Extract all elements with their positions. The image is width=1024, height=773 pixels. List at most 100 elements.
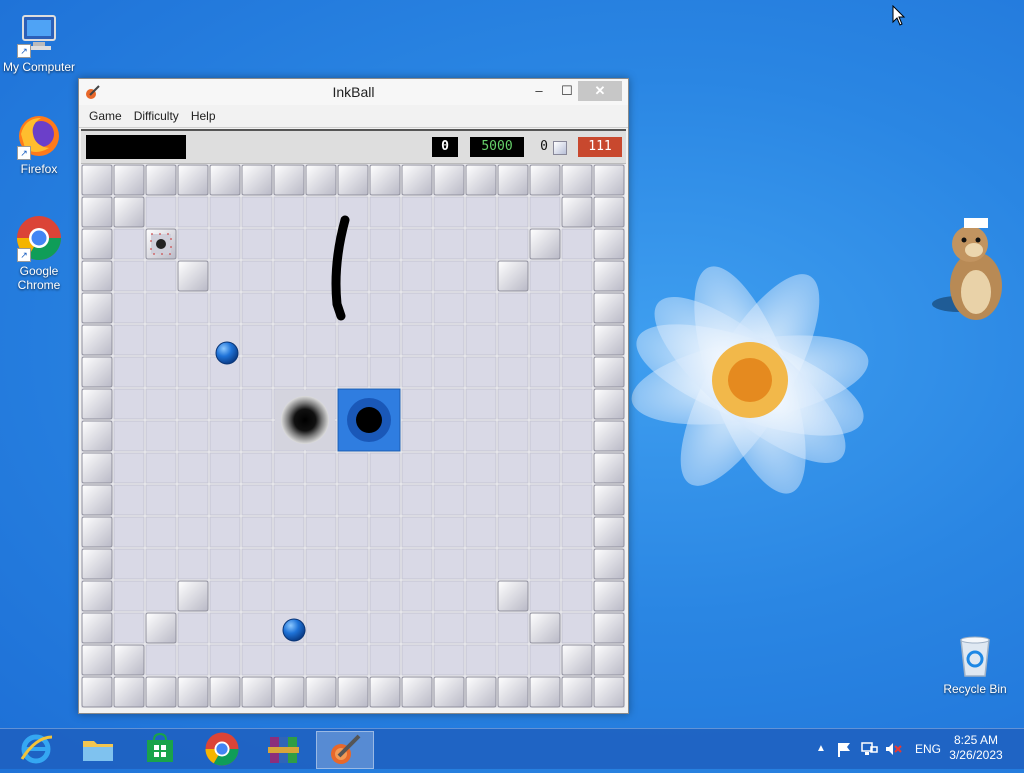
- taskbar-inkball[interactable]: [316, 731, 374, 769]
- wall-block: [81, 260, 113, 292]
- floor-tile: [305, 356, 337, 388]
- wall-block: [241, 676, 273, 708]
- network-icon[interactable]: [860, 741, 878, 757]
- floor-tile: [465, 484, 497, 516]
- taskbar-internet-explorer[interactable]: [8, 731, 64, 767]
- floor-tile: [497, 196, 529, 228]
- floor-tile: [465, 196, 497, 228]
- wall-block: [81, 164, 113, 196]
- volume-muted-icon[interactable]: [884, 741, 902, 757]
- floor-tile: [177, 196, 209, 228]
- floor-tile: [209, 388, 241, 420]
- tray-show-hidden-icon[interactable]: ▲: [816, 729, 826, 769]
- wall-block: [81, 356, 113, 388]
- taskbar-store[interactable]: [132, 731, 188, 767]
- taskbar-winrar[interactable]: [256, 731, 312, 767]
- wall-block: [113, 164, 145, 196]
- desktop-icon-recycle-bin[interactable]: Recycle Bin: [937, 632, 1013, 696]
- spawner-hole-icon: [156, 239, 166, 249]
- floor-tile: [433, 228, 465, 260]
- wall-block: [145, 612, 177, 644]
- floor-tile: [337, 260, 369, 292]
- floor-tile: [465, 292, 497, 324]
- floor-tile: [305, 228, 337, 260]
- floor-tile: [113, 580, 145, 612]
- floor-tile: [273, 548, 305, 580]
- floor-tile: [497, 644, 529, 676]
- hamster-gadget-icon[interactable]: [928, 216, 1012, 328]
- title-bar[interactable]: InkBall – ☐ ✕: [79, 79, 628, 105]
- floor-tile: [177, 452, 209, 484]
- desktop-icon-label: My Computer: [2, 60, 76, 74]
- wall-block: [81, 420, 113, 452]
- floor-tile: [497, 452, 529, 484]
- floor-tile: [305, 292, 337, 324]
- wall-block: [145, 676, 177, 708]
- floor-tile: [273, 452, 305, 484]
- desktop-icon-firefox[interactable]: ↗ Firefox: [1, 112, 77, 176]
- wall-block: [177, 164, 209, 196]
- game-board[interactable]: [81, 164, 625, 708]
- floor-tile: [241, 484, 273, 516]
- wall-block: [81, 292, 113, 324]
- floor-tile: [145, 388, 177, 420]
- wall-block: [369, 676, 401, 708]
- floor-tile: [113, 324, 145, 356]
- wall-block: [593, 516, 625, 548]
- menu-game[interactable]: Game: [83, 109, 128, 123]
- floor-tile: [209, 452, 241, 484]
- action-center-flag-icon[interactable]: [836, 741, 854, 757]
- menu-difficulty[interactable]: Difficulty: [128, 109, 185, 123]
- wall-block: [369, 164, 401, 196]
- floor-tile: [433, 612, 465, 644]
- floor-tile: [241, 452, 273, 484]
- language-indicator[interactable]: ENG: [915, 729, 941, 769]
- desktop-icon-my-computer[interactable]: ↗ My Computer: [1, 10, 77, 74]
- floor-tile: [145, 516, 177, 548]
- floor-tile: [273, 484, 305, 516]
- floor-tile: [337, 612, 369, 644]
- taskbar-chrome[interactable]: [194, 731, 250, 767]
- floor-tile: [465, 644, 497, 676]
- internet-explorer-icon: [20, 734, 53, 764]
- floor-tile: [209, 420, 241, 452]
- floor-tile: [433, 196, 465, 228]
- taskbar-clock[interactable]: 8:25 AM 3/26/2023: [946, 733, 1006, 763]
- floor-tile: [113, 484, 145, 516]
- wall-block: [81, 452, 113, 484]
- floor-tile: [273, 516, 305, 548]
- floor-tile: [433, 484, 465, 516]
- floor-tile: [273, 324, 305, 356]
- wall-block: [81, 324, 113, 356]
- floor-tile: [241, 196, 273, 228]
- floor-tile: [273, 260, 305, 292]
- close-button[interactable]: ✕: [578, 81, 622, 101]
- wallpaper-flower: [631, 266, 869, 494]
- floor-tile: [337, 356, 369, 388]
- maximize-button[interactable]: ☐: [556, 81, 578, 101]
- floor-tile: [529, 420, 561, 452]
- floor-tile: [273, 292, 305, 324]
- computer-icon: ↗: [15, 10, 63, 58]
- floor-tile: [497, 292, 529, 324]
- floor-tile: [305, 324, 337, 356]
- taskbar-file-explorer[interactable]: [70, 731, 126, 767]
- floor-tile: [273, 644, 305, 676]
- floor-tile: [369, 484, 401, 516]
- floor-tile: [369, 580, 401, 612]
- floor-tile: [561, 452, 593, 484]
- wall-block: [593, 644, 625, 676]
- floor-tile: [401, 644, 433, 676]
- floor-tile: [177, 548, 209, 580]
- floor-tile: [561, 548, 593, 580]
- wall-block: [113, 644, 145, 676]
- floor-tile: [177, 228, 209, 260]
- wall-block: [81, 484, 113, 516]
- desktop-icon-chrome[interactable]: ↗ Google Chrome: [1, 214, 77, 292]
- floor-tile: [273, 196, 305, 228]
- menu-help[interactable]: Help: [185, 109, 222, 123]
- floor-tile: [177, 388, 209, 420]
- minimize-button[interactable]: –: [528, 81, 550, 101]
- floor-tile: [497, 324, 529, 356]
- floor-tile: [433, 324, 465, 356]
